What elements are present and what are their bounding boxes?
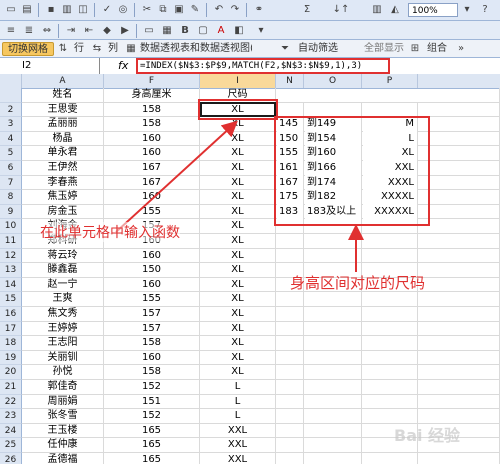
align-left-icon[interactable]: ≡	[4, 24, 18, 37]
spreadsheet-grid: A F I N O P 姓名 身高厘米 尺码 2 王思雯 158 XL 3 孟丽丽 158 XL 4 杨…	[0, 74, 500, 464]
fill-color-icon[interactable]: ◧	[232, 24, 246, 37]
research-icon[interactable]: ◎	[116, 3, 130, 16]
cut-icon[interactable]: ✂	[140, 3, 154, 16]
paste-icon[interactable]: ▣	[172, 3, 186, 16]
autosum-icon[interactable]: Σ	[300, 3, 314, 16]
show-all-button[interactable]: 全部显示	[362, 42, 406, 56]
table-icon[interactable]: ▦	[160, 24, 174, 37]
name-box[interactable]: I2	[0, 58, 100, 74]
annotation-arrows	[115, 120, 364, 272]
formula-bar: I2 fx =INDEX($N$3:$P$9,MATCH(F2,$N$3:$N$…	[0, 58, 500, 75]
align-center-icon[interactable]: ≣	[22, 24, 36, 37]
merge-icon[interactable]: ⇔	[40, 24, 54, 37]
open-icon[interactable]: ▤	[20, 3, 34, 16]
custom-toolbar: 切换网格 ⇅ 行 ⇆ 列 ▦ 数据透视表和数据透视图( ⏷ 自动筛选 全部显示 …	[0, 40, 500, 58]
group-icon[interactable]: ⊞	[408, 42, 422, 55]
formula-input[interactable]: =INDEX($N$3:$P$9,MATCH(F2,$N$3:$N$9,1),3…	[136, 58, 390, 74]
arrow-to-cell	[115, 120, 238, 233]
group-button[interactable]: 组合	[424, 42, 450, 56]
pivot-table-button[interactable]: 数据透视表和数据透视图(	[140, 42, 252, 56]
zoom-select[interactable]: 100%	[408, 3, 458, 17]
toggle-grid-button[interactable]: 切换网格	[2, 42, 54, 56]
insert-col-button[interactable]: 列	[104, 42, 122, 56]
macro-icon[interactable]: ▶	[118, 24, 132, 37]
standard-toolbar: ▭ ▤ ▪ ▥ ◫ ✓ ◎ ✂ ⧉ ▣ ✎ ↶ ↷ ⚭ Σ ↓↑ ▥ ◭ 100…	[0, 0, 500, 21]
annotation-size-range: 身高区间对应的尺码	[290, 274, 426, 292]
new-file-icon[interactable]: ▭	[4, 3, 18, 16]
copy-icon[interactable]: ⧉	[156, 3, 170, 16]
insert-row-button[interactable]: 行	[70, 42, 88, 56]
overflow-icon[interactable]: »	[454, 42, 468, 55]
insert-col-icon[interactable]: ⇆	[90, 42, 104, 55]
redo-icon[interactable]: ↷	[228, 3, 242, 16]
undo-icon[interactable]: ↶	[212, 3, 226, 16]
formatting-toolbar: ≡ ≣ ⇔ ⇥ ⇤ ◆ ▶ ▭ ▦ B ▢ A ◧ ▾	[0, 21, 500, 40]
annotation-input-function: 在此单元格中输入函数	[40, 222, 180, 242]
font-color-icon[interactable]: A	[214, 24, 228, 37]
preview-icon[interactable]: ◫	[76, 3, 90, 16]
insert-row-icon[interactable]: ⇅	[56, 42, 70, 55]
indent-icon[interactable]: ⇥	[64, 24, 78, 37]
chart-wizard-icon[interactable]: ▥	[370, 3, 384, 16]
print-icon[interactable]: ▥	[60, 3, 74, 16]
filter-icon[interactable]: ⏷	[278, 42, 292, 55]
border-icon[interactable]: ▢	[196, 24, 210, 37]
drawing-icon[interactable]: ◭	[388, 3, 402, 16]
more-options-icon[interactable]: ▾	[254, 24, 268, 37]
format-painter-icon[interactable]: ✎	[188, 3, 202, 16]
help-icon[interactable]: ?	[478, 3, 492, 16]
autofilter-button[interactable]: 自动筛选	[294, 42, 342, 56]
chevron-down-icon[interactable]: ▾	[460, 3, 474, 16]
hyperlink-icon[interactable]: ⚭	[252, 3, 266, 16]
watermark: Bai 经验	[394, 426, 461, 445]
pivot-icon[interactable]: ▦	[124, 42, 138, 55]
save-icon[interactable]: ▪	[44, 3, 58, 16]
insert-function-icon[interactable]: ◆	[100, 24, 114, 37]
insert-function-icon[interactable]: fx	[118, 58, 128, 74]
sort-icon[interactable]: ↓↑	[330, 3, 352, 16]
bold-icon[interactable]: B	[178, 24, 192, 37]
outdent-icon[interactable]: ⇤	[82, 24, 96, 37]
folder-icon[interactable]: ▭	[142, 24, 156, 37]
spell-check-icon[interactable]: ✓	[100, 3, 114, 16]
